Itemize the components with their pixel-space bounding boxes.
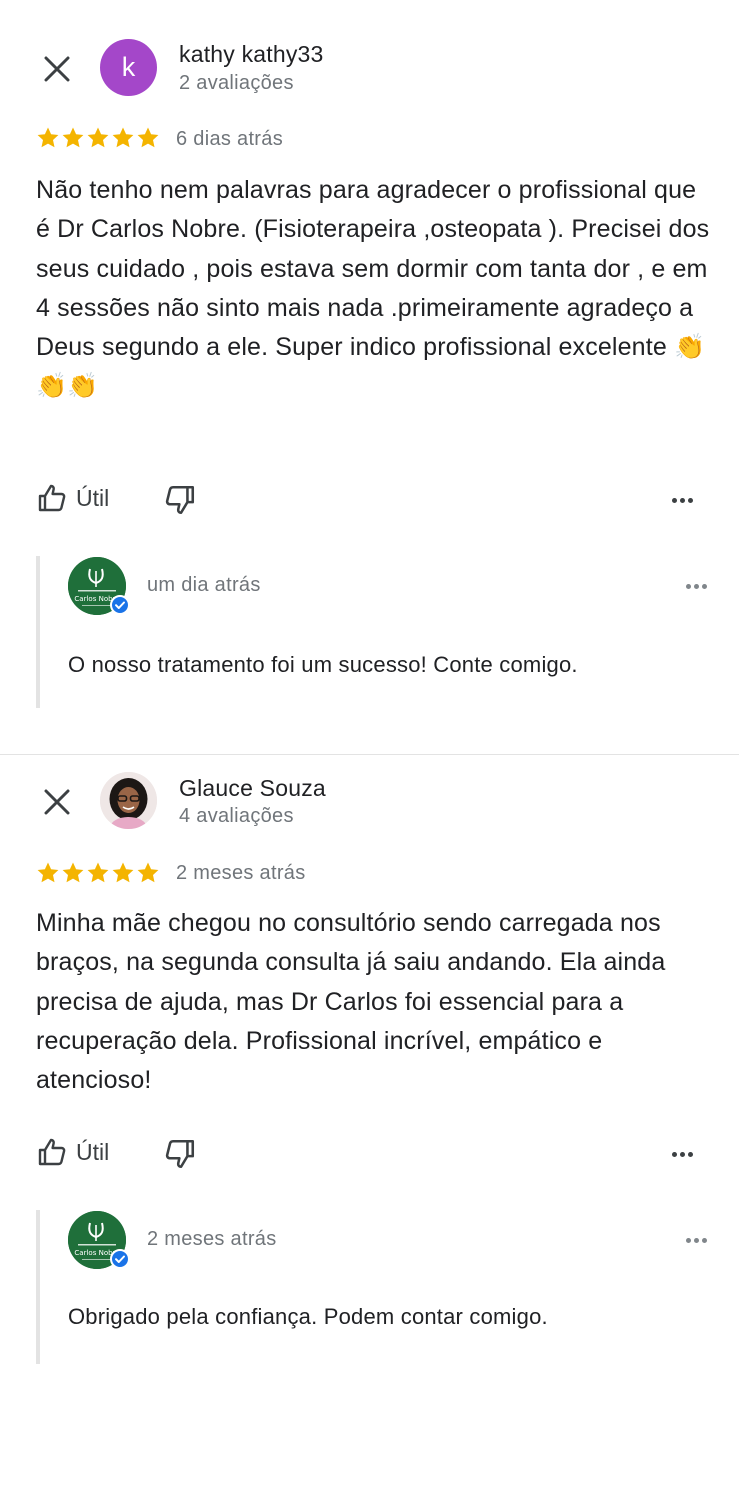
star-icon <box>137 862 159 883</box>
useful-button[interactable]: Útil <box>36 1136 109 1168</box>
more-horizontal-icon <box>671 1151 677 1157</box>
author-review-count: 4 avaliações <box>179 805 294 827</box>
reply-time: um dia atrás <box>147 574 261 596</box>
close-icon <box>44 789 70 815</box>
owner-logo-avatar[interactable]: Carlos Nobre <box>68 557 130 615</box>
avatar[interactable] <box>100 772 157 829</box>
star-icon <box>112 127 134 148</box>
owner-reply: Carlos Nobre 2 meses atrás Obrigado pela… <box>36 1210 720 1364</box>
more-options-button[interactable] <box>664 488 700 512</box>
more-horizontal-icon <box>685 1237 691 1243</box>
reply-time: 2 meses atrás <box>147 1228 277 1250</box>
star-icon <box>62 127 84 148</box>
owner-reply: Carlos Nobre um dia atrás O nosso tratam… <box>36 556 720 708</box>
star-icon <box>87 862 109 883</box>
thumb-down-icon <box>165 485 195 515</box>
reply-text: Obrigado pela confiança. Podem contar co… <box>68 1304 548 1329</box>
more-horizontal-icon <box>685 583 691 589</box>
review-card: k kathy kathy33 2 avaliações 6 dias atrá… <box>0 0 739 755</box>
thumb-up-icon <box>38 484 66 512</box>
more-options-button[interactable] <box>664 1142 700 1166</box>
star-icon <box>137 127 159 148</box>
useful-button[interactable]: Útil <box>36 482 109 514</box>
star-icon <box>37 862 59 883</box>
star-rating <box>36 126 160 150</box>
thumb-up-icon <box>38 1138 66 1166</box>
author-name[interactable]: kathy kathy33 <box>179 41 324 68</box>
author-name[interactable]: Glauce Souza <box>179 775 326 802</box>
useful-label: Útil <box>76 1138 110 1165</box>
star-icon <box>37 127 59 148</box>
reply-more-options-button[interactable] <box>678 1228 714 1252</box>
thumb-down-icon <box>165 1139 195 1169</box>
author-review-count: 2 avaliações <box>179 72 294 94</box>
review-time: 2 meses atrás <box>176 862 306 884</box>
avatar-letter: k <box>121 52 136 82</box>
user-photo <box>100 772 157 829</box>
star-rating <box>36 861 160 885</box>
avatar[interactable]: k <box>100 39 157 96</box>
close-icon <box>44 56 70 82</box>
dislike-button[interactable] <box>163 483 197 517</box>
owner-logo-avatar[interactable]: Carlos Nobre <box>68 1211 130 1269</box>
review-text: Não tenho nem palavras para agradecer o … <box>36 176 710 401</box>
close-button[interactable] <box>36 48 78 90</box>
review-time: 6 dias atrás <box>176 128 283 150</box>
star-icon <box>112 862 134 883</box>
verified-check-icon <box>110 595 130 615</box>
star-icon <box>87 127 109 148</box>
verified-check-icon <box>110 1249 130 1269</box>
dislike-button[interactable] <box>163 1137 197 1171</box>
reply-text: O nosso tratamento foi um sucesso! Conte… <box>68 652 578 677</box>
more-horizontal-icon <box>671 497 677 503</box>
star-icon <box>62 862 84 883</box>
useful-label: Útil <box>76 484 110 511</box>
review-card: Glauce Souza 4 avaliações 2 meses atrás … <box>0 755 739 1500</box>
review-text: Minha mãe chegou no consultório sendo ca… <box>36 909 666 1095</box>
close-button[interactable] <box>36 781 78 823</box>
reply-more-options-button[interactable] <box>678 574 714 598</box>
